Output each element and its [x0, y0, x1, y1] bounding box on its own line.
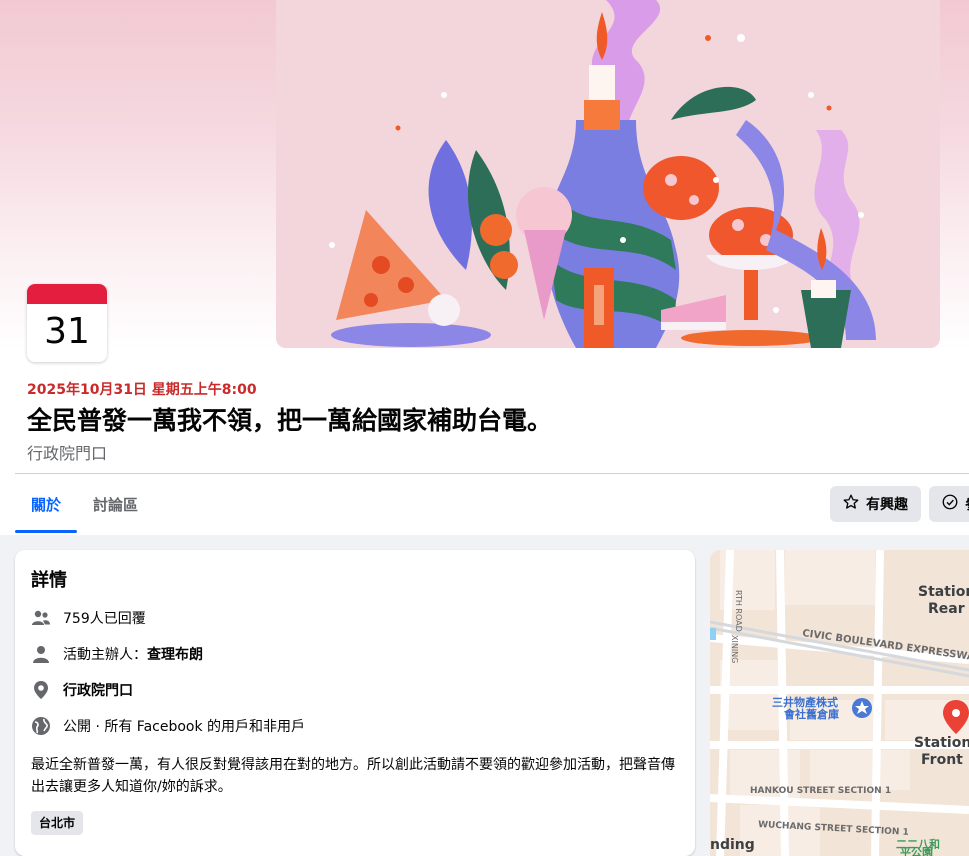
- organizer-name[interactable]: 查理布朗: [147, 647, 203, 663]
- responded-text: 759人已回覆: [63, 611, 146, 627]
- event-description: 最近全新普發一萬，有人很反對覺得該用在對的地方。所以創此活動請不要領的歡迎參加活…: [31, 757, 675, 795]
- event-calendar-badge: 31日: [27, 284, 107, 362]
- privacy-text: 公開 · 所有 Facebook 的用戶和非用戶: [63, 719, 306, 735]
- person-icon: [31, 644, 51, 664]
- mitsui-warehouse-label-2: 會社舊倉庫: [784, 707, 839, 721]
- calendar-day: 31日: [44, 311, 90, 352]
- calendar-header-bar: [27, 284, 107, 304]
- hankou-street-label: HANKOU STREET SECTION 1: [750, 786, 891, 796]
- event-map[interactable]: CIVIC BOULEVARD EXPRESSWAY HANKOU STREET…: [710, 550, 969, 856]
- active-tab-indicator: [15, 530, 77, 533]
- interested-button[interactable]: 有興趣: [830, 486, 921, 522]
- map-ending-label: nding: [710, 837, 755, 853]
- people-icon: [31, 608, 51, 628]
- privacy-row: 公開 · 所有 Facebook 的用戶和非用戶: [31, 716, 305, 736]
- location-row: 行政院門口: [31, 680, 133, 700]
- tab-about[interactable]: 關於: [31, 494, 61, 515]
- details-card: 詳情 759人已回覆 活動主辦人：查理布朗 行政院門口 公開 · 所有 Face…: [15, 550, 695, 856]
- header-divider: [15, 473, 969, 474]
- station-front-label: Station: [914, 735, 969, 751]
- going-button[interactable]: 參: [929, 486, 969, 522]
- location-text[interactable]: 行政院門口: [63, 680, 133, 700]
- rth-road-label: RTH ROAD: [734, 590, 743, 632]
- station-rear-label-2: Rear: [928, 601, 965, 617]
- check-circle-icon: [941, 493, 959, 515]
- location-pin-icon: [31, 680, 51, 700]
- event-date-time: 2025年10月31日 星期五上午8:00: [27, 382, 257, 398]
- responded-row: 759人已回覆: [31, 608, 146, 628]
- event-cover-image: [276, 0, 940, 348]
- event-title: 全民普發一萬我不領，把一萬給國家補助台電。: [27, 406, 553, 435]
- interested-label: 有興趣: [866, 497, 908, 513]
- tab-discussion[interactable]: 討論區: [93, 494, 138, 515]
- organizer-prefix: 活動主辦人：: [63, 647, 147, 663]
- organizer-row: 活動主辦人：查理布朗: [31, 644, 203, 664]
- station-rear-label: Station: [918, 584, 969, 600]
- xining-road-label: XINING: [730, 635, 739, 663]
- station-front-label-2: Front: [921, 752, 963, 768]
- mitsui-warehouse-label-1: 三井物產株式: [772, 695, 838, 709]
- details-heading: 詳情: [31, 570, 67, 591]
- event-location[interactable]: 行政院門口: [27, 440, 107, 464]
- park-label-2: 平公園: [900, 846, 933, 856]
- city-tag[interactable]: 台北市: [31, 811, 84, 835]
- globe-icon: [31, 716, 51, 736]
- star-icon: [842, 493, 860, 515]
- going-label: 參: [965, 494, 969, 514]
